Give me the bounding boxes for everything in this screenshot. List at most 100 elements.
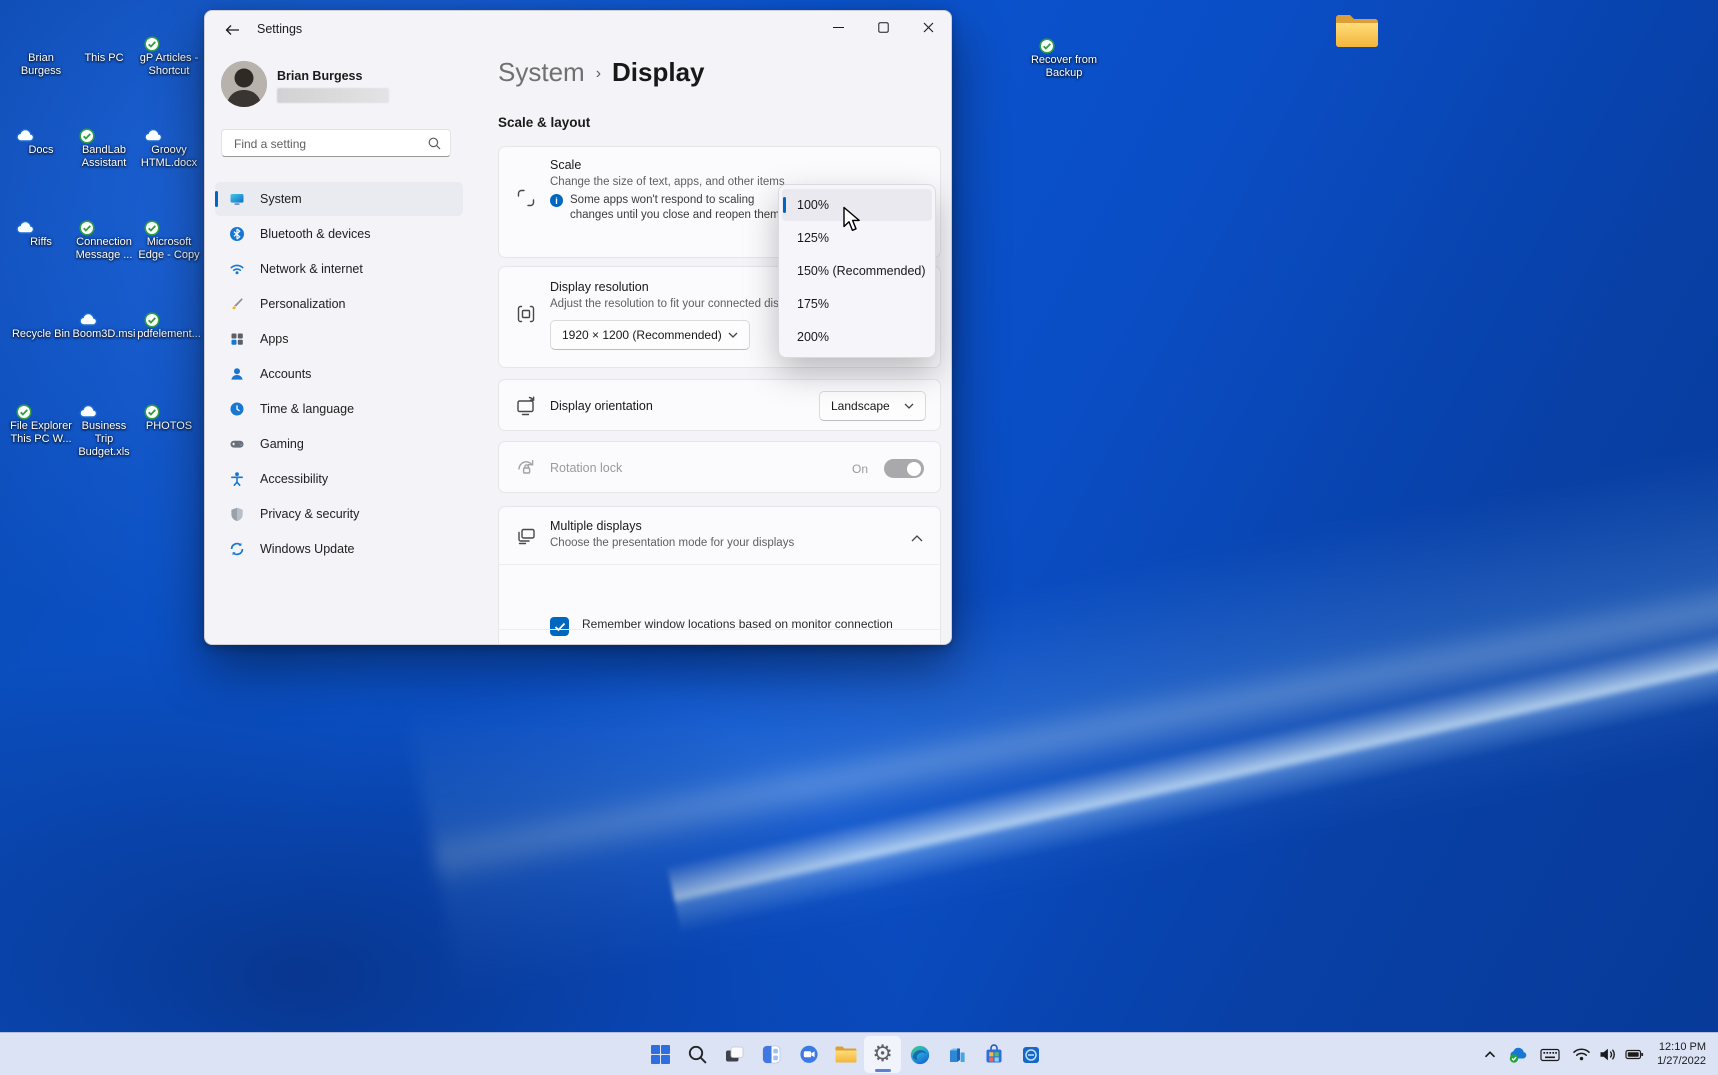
desktop-icon-groovy-html[interactable]: Groovy HTML.docx: [138, 100, 200, 170]
rotation-lock-toggle: [884, 459, 924, 478]
synced-check-icon: [1039, 38, 1055, 54]
store-bag-icon: [983, 1044, 1005, 1066]
synced-check-icon: [79, 220, 95, 236]
desktop-icon-label: PHOTOS: [146, 420, 192, 433]
desktop-icon-brian-burgess[interactable]: Brian Burgess: [10, 8, 72, 78]
sidebar-item-bluetooth-devices[interactable]: Bluetooth & devices: [215, 217, 463, 251]
windows-logo-icon: [650, 1044, 671, 1065]
search-button[interactable]: [679, 1036, 716, 1073]
scale-option-100[interactable]: 100%: [782, 189, 932, 221]
orientation-select[interactable]: Landscape: [819, 391, 926, 421]
widgets-button[interactable]: [753, 1036, 790, 1073]
cloud-sync-icon: [16, 128, 35, 143]
desktop-icon-photos[interactable]: PHOTOS: [138, 376, 200, 433]
blue-app-icon: [1020, 1044, 1042, 1066]
desktop-icon-file-explorer-doc[interactable]: File Explorer This PC W...: [10, 376, 72, 446]
sidebar-item-label: Personalization: [260, 297, 345, 311]
multiple-displays-card: Multiple displays Choose the presentatio…: [498, 506, 941, 645]
desktop-icon-label: BandLab Assistant: [73, 144, 135, 170]
settings-search[interactable]: [221, 129, 451, 157]
sidebar-item-accounts[interactable]: Accounts: [215, 357, 463, 391]
clock[interactable]: 12:10 PM 1/27/2022: [1650, 1041, 1713, 1068]
sidebar-item-system[interactable]: System: [215, 182, 463, 216]
gear-icon: ⚙: [872, 1043, 893, 1066]
sidebar-item-label: Privacy & security: [260, 507, 359, 521]
tray-time: 12:10 PM: [1657, 1041, 1706, 1055]
breadcrumb-system[interactable]: System: [498, 57, 585, 88]
scale-option-125[interactable]: 125%: [782, 222, 932, 254]
wifi-icon: [228, 261, 245, 278]
blue-app-button[interactable]: [1012, 1036, 1049, 1073]
sidebar-item-gaming[interactable]: Gaming: [215, 427, 463, 461]
chevron-up-icon: [911, 535, 923, 542]
file-explorer-button[interactable]: [827, 1036, 864, 1073]
rotation-lock-icon: [513, 457, 539, 479]
sidebar-item-personalization[interactable]: Personalization: [215, 287, 463, 321]
sidebar-item-network-internet[interactable]: Network & internet: [215, 252, 463, 286]
remember-window-locations-row[interactable]: Remember window locations based on monit…: [499, 617, 940, 636]
desktop-icon-bandlab-assistant[interactable]: BandLab Assistant: [73, 100, 135, 170]
toggle-knob: [907, 462, 921, 476]
desktop-icon-label: Microsoft Edge - Copy: [138, 236, 200, 262]
desktop-icon-business-trip-budget[interactable]: Business Trip Budget.xls: [73, 376, 135, 459]
gamepad-icon: [228, 436, 245, 453]
touch-keyboard-button[interactable]: [1534, 1038, 1566, 1072]
cloud-sync-icon: [79, 312, 98, 327]
synced-check-icon: [144, 220, 160, 236]
tray-overflow-button[interactable]: [1477, 1038, 1503, 1072]
onedrive-tray-button[interactable]: [1503, 1038, 1534, 1072]
boom3d-button[interactable]: [938, 1036, 975, 1073]
wifi-icon: [1572, 1047, 1591, 1062]
desktop-icon-recover-from-backup[interactable]: Recover from Backup: [1026, 10, 1102, 80]
scale-option-label: 200%: [797, 330, 829, 344]
desktop-icon-pdfelement[interactable]: pdfelement...: [138, 284, 200, 341]
divider: [499, 564, 940, 565]
settings-button[interactable]: ⚙: [864, 1036, 901, 1073]
chat-button[interactable]: [790, 1036, 827, 1073]
edge-button[interactable]: [901, 1036, 938, 1073]
task-view-button[interactable]: [716, 1036, 753, 1073]
search-icon: [687, 1044, 708, 1065]
breadcrumb: System › Display: [498, 57, 705, 88]
rotation-lock-state: On: [852, 462, 868, 476]
chevron-up-icon: [1483, 1048, 1497, 1061]
avatar[interactable]: [221, 61, 267, 107]
search-input[interactable]: [232, 131, 426, 157]
orientation-value: Landscape: [831, 399, 890, 413]
desktop-icon-edge-copy[interactable]: Microsoft Edge - Copy: [138, 192, 200, 262]
multiple-displays-subtitle: Choose the presentation mode for your di…: [550, 536, 940, 550]
sidebar-item-label: Bluetooth & devices: [260, 227, 371, 241]
collapse-section-button[interactable]: [911, 529, 923, 547]
synced-check-icon: [144, 312, 160, 328]
scale-option-label: 175%: [797, 297, 829, 311]
search-icon: [428, 137, 441, 150]
microsoft-store-button[interactable]: [975, 1036, 1012, 1073]
desktop-icon-gp-articles[interactable]: gP Articles - Shortcut: [138, 8, 200, 78]
desktop-icon-recycle-bin[interactable]: Recycle Bin: [10, 284, 72, 341]
sidebar-item-windows-update[interactable]: Windows Update: [215, 532, 463, 566]
start-button[interactable]: [642, 1036, 679, 1073]
scale-option-label: 100%: [797, 198, 829, 212]
scale-option-175[interactable]: 175%: [782, 288, 932, 320]
desktop-icon-label: Business Trip Budget.xls: [73, 420, 135, 459]
widgets-icon: [761, 1044, 782, 1065]
scale-option-150[interactable]: 150% (Recommended): [782, 255, 932, 287]
desktop-icon-boom3d[interactable]: Boom3D.msi: [73, 284, 135, 341]
network-volume-battery-button[interactable]: [1566, 1038, 1650, 1072]
scale-dropdown-flyout: 100% 125% 150% (Recommended) 175% 200%: [778, 184, 936, 358]
checkbox-checked-icon[interactable]: [550, 617, 569, 636]
sidebar-item-label: Windows Update: [260, 542, 355, 556]
desktop-icon-this-pc[interactable]: This PC: [73, 8, 135, 65]
desktop-icon-connection-message[interactable]: Connection Message ...: [73, 192, 135, 262]
desktop-icon-docs[interactable]: Docs: [10, 100, 72, 157]
resolution-select[interactable]: 1920 × 1200 (Recommended): [550, 320, 750, 350]
sidebar-item-accessibility[interactable]: Accessibility: [215, 462, 463, 496]
back-button[interactable]: [215, 18, 249, 42]
sidebar-item-time-language[interactable]: Time & language: [215, 392, 463, 426]
sidebar-item-privacy-security[interactable]: Privacy & security: [215, 497, 463, 531]
sidebar-item-apps[interactable]: Apps: [215, 322, 463, 356]
chevron-down-icon: [728, 332, 738, 338]
apps-grid-icon: [228, 331, 245, 348]
scale-option-200[interactable]: 200%: [782, 321, 932, 353]
desktop-icon-riffs[interactable]: Riffs: [10, 192, 72, 249]
